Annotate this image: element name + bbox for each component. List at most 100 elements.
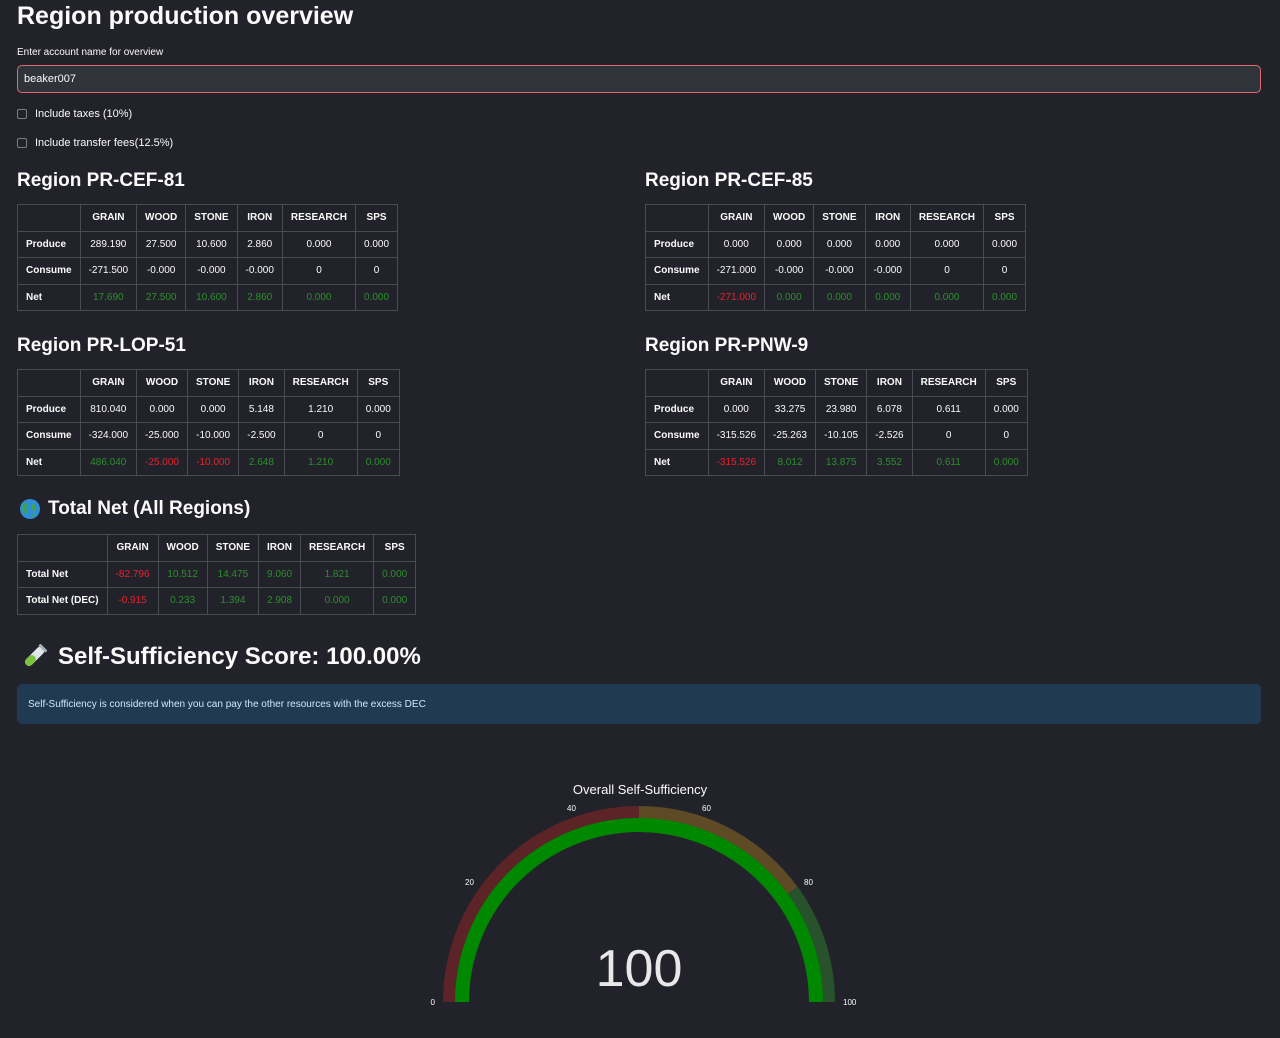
table-cell: -0.000 — [864, 257, 911, 285]
table-cell: 0.000 — [186, 395, 240, 423]
info-alert: Self-Sufficiency is considered when you … — [17, 684, 1261, 724]
table-cell: 0.000 — [281, 230, 357, 258]
table-cell: -0.000 — [813, 257, 866, 285]
table-row: Consume -271.000 -0.000 -0.000 -0.000 0 0 — [645, 257, 1027, 285]
column-header: SPS — [355, 204, 399, 232]
region-title: Region PR-CEF-85 — [645, 170, 813, 191]
column-header: RESEARCH — [909, 204, 985, 232]
region-table: GRAIN WOOD STONE IRON RESEARCH SPS Produce 0.00… — [645, 204, 1027, 311]
table-cell: -25.263 — [764, 422, 816, 450]
table-cell: 17.690 — [79, 283, 138, 311]
self-sufficiency-title: Self-Sufficiency Score: 100.00% — [58, 643, 421, 670]
table-cell: -315.526 — [707, 448, 766, 476]
table-cell: -82.796 — [106, 560, 159, 588]
table-cell: -271.000 — [707, 257, 766, 285]
include-taxes-checkbox[interactable]: Include taxes (10%) — [17, 108, 132, 120]
row-label: Produce — [645, 230, 709, 258]
row-label: Net — [645, 283, 709, 311]
table-row: Produce 810.040 0.000 0.000 5.148 1.210 0.000 — [17, 395, 400, 423]
table-cell: 0.000 — [864, 230, 911, 258]
column-header: RESEARCH — [283, 369, 358, 397]
table-cell: 0.000 — [281, 283, 357, 311]
table-corner-cell — [645, 204, 709, 232]
table-row: Total Net -82.796 10.512 14.475 9.060 1.821 0.… — [17, 560, 417, 588]
table-header-row: GRAIN WOOD STONE IRON RESEARCH SPS — [17, 204, 399, 232]
row-label: Produce — [645, 395, 709, 423]
column-header: RESEARCH — [281, 204, 357, 232]
table-cell: 1.394 — [206, 587, 260, 615]
column-header: IRON — [258, 534, 302, 562]
column-header: WOOD — [764, 204, 815, 232]
row-label: Consume — [645, 257, 709, 285]
table-row: Net -315.526 8.012 13.875 3.552 0.611 0.000 — [645, 448, 1028, 476]
column-header: GRAIN — [79, 204, 138, 232]
gauge-tick-label: 0 — [431, 998, 436, 1007]
self-sufficiency-gauge: 0 20 40 60 80 100 100 — [431, 804, 857, 1007]
table-cell: -25.000 — [136, 448, 188, 476]
table-cell: 0.000 — [909, 230, 985, 258]
column-header: WOOD — [764, 369, 816, 397]
row-label: Total Net — [17, 560, 108, 588]
row-label: Net — [645, 448, 709, 476]
table-cell: 0 — [283, 422, 358, 450]
account-input-label: Enter account name for overview — [17, 47, 164, 58]
column-header: SPS — [983, 204, 1027, 232]
table-cell: 14.475 — [206, 560, 260, 588]
table-cell: 6.078 — [866, 395, 913, 423]
row-label: Produce — [17, 230, 81, 258]
table-row: Produce 0.000 0.000 0.000 0.000 0.000 0.000 — [645, 230, 1027, 258]
checkbox-box[interactable] — [17, 109, 27, 119]
table-cell: 2.648 — [238, 448, 285, 476]
table-cell: 0.000 — [864, 283, 911, 311]
include-fees-checkbox[interactable]: Include transfer fees(12.5%) — [17, 137, 173, 149]
table-corner-cell — [645, 369, 709, 397]
table-cell: 0 — [356, 422, 400, 450]
region-table: GRAIN WOOD STONE IRON RESEARCH SPS Produce 810.… — [17, 369, 400, 476]
table-cell: 0.000 — [356, 395, 400, 423]
column-header: SPS — [984, 369, 1028, 397]
total-net-heading: Total Net (All Regions) — [19, 498, 250, 520]
table-corner-cell — [17, 369, 81, 397]
column-header: IRON — [236, 204, 283, 232]
region-title: Region PR-LOP-51 — [17, 335, 186, 356]
page-title: Region production overview — [17, 2, 354, 30]
column-header: STONE — [185, 204, 238, 232]
table-cell: 13.875 — [814, 448, 868, 476]
table-cell: 27.500 — [136, 283, 187, 311]
table-row: Produce 0.000 33.275 23.980 6.078 0.611 0.000 — [645, 395, 1028, 423]
table-cell: 33.275 — [764, 395, 816, 423]
table-cell: -10.000 — [186, 448, 240, 476]
table-cell: 0.000 — [356, 448, 400, 476]
table-cell: 0 — [984, 422, 1028, 450]
table-cell: 0.000 — [813, 230, 866, 258]
table-cell: 0 — [281, 257, 357, 285]
table-cell: 2.860 — [236, 230, 283, 258]
gauge-tick-label: 20 — [465, 878, 474, 887]
total-net-title: Total Net (All Regions) — [48, 498, 251, 519]
checkbox-box[interactable] — [17, 138, 27, 148]
self-sufficiency-heading: Self-Sufficiency Score: 100.00% — [20, 643, 421, 671]
table-cell: 1.210 — [283, 448, 358, 476]
table-cell: -0.915 — [106, 587, 159, 615]
table-row: Net -271.000 0.000 0.000 0.000 0.000 0.000 — [645, 283, 1027, 311]
column-header: IRON — [238, 369, 285, 397]
globe-icon — [20, 499, 40, 519]
table-cell: 2.908 — [258, 587, 302, 615]
column-header: STONE — [813, 204, 866, 232]
table-header-row: GRAIN WOOD STONE IRON RESEARCH SPS — [645, 204, 1027, 232]
table-corner-cell — [17, 204, 81, 232]
row-label: Consume — [17, 257, 81, 285]
table-row: Consume -315.526 -25.263 -10.105 -2.526 0 0 — [645, 422, 1028, 450]
table-cell: -10.105 — [814, 422, 868, 450]
column-header: GRAIN — [79, 369, 138, 397]
column-header: IRON — [866, 369, 913, 397]
table-cell: -271.000 — [707, 283, 766, 311]
table-cell: 810.040 — [79, 395, 138, 423]
table-row: Net 17.690 27.500 10.600 2.860 0.000 0.000 — [17, 283, 399, 311]
table-row: Consume -271.500 -0.000 -0.000 -0.000 0 0 — [17, 257, 399, 285]
table-cell: 0.000 — [983, 230, 1027, 258]
account-input[interactable] — [17, 65, 1261, 93]
gauge-tick-label: 80 — [804, 878, 813, 887]
row-label: Total Net (DEC) — [17, 587, 108, 615]
table-header-row: GRAIN WOOD STONE IRON RESEARCH SPS — [17, 534, 417, 562]
